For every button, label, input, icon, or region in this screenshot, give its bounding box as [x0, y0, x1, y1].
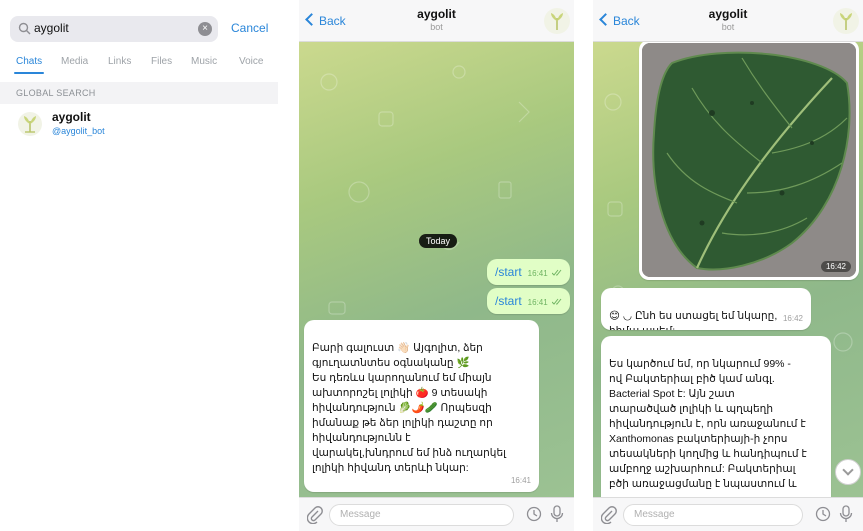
date-separator: Today: [419, 234, 458, 248]
message-placeholder: Message: [634, 509, 675, 520]
bot-avatar-icon[interactable]: [833, 8, 859, 34]
leaf-image: [642, 43, 856, 277]
result-handle: @aygolit_bot: [52, 126, 105, 136]
leaf-photo[interactable]: [642, 43, 856, 277]
chat-header: Back aygolit bot: [593, 0, 863, 42]
message-input[interactable]: Message: [623, 504, 803, 526]
chat-subtitle: bot: [430, 22, 443, 32]
microphone-icon[interactable]: [839, 505, 853, 523]
diagnosis-text: Ես կարծում եմ, որ նկարում 99% - ով Բակտե…: [609, 358, 807, 490]
message-input[interactable]: Message: [329, 504, 514, 526]
section-title: GLOBAL SEARCH: [16, 88, 96, 98]
chat-title[interactable]: aygolit: [299, 7, 574, 21]
scroll-down-button[interactable]: [835, 459, 861, 485]
incoming-message[interactable]: Բարի գալուստ 👋🏻 Այգոլիտ, ձեր գյուղատնտես…: [304, 320, 539, 492]
chevron-down-icon: [842, 464, 854, 476]
bot-avatar-icon[interactable]: [544, 8, 570, 34]
chat-subtitle: bot: [721, 22, 735, 32]
tab-files[interactable]: Files: [151, 56, 172, 67]
bot-avatar-icon: [18, 112, 42, 136]
outgoing-message[interactable]: /start 16:41: [487, 259, 571, 285]
search-screen: aygolit × Cancel Chats Media Links Files…: [0, 0, 278, 531]
tab-music[interactable]: Music: [191, 56, 217, 67]
incoming-message[interactable]: 😊 ◡ Ընհ ես ստացել եմ նկարը, հիմա ասեմ: 1…: [601, 288, 811, 330]
global-search-header: GLOBAL SEARCH: [0, 82, 278, 104]
microphone-icon[interactable]: [550, 505, 564, 523]
search-icon: [18, 22, 31, 35]
active-tab-indicator: [14, 72, 44, 74]
clear-icon[interactable]: ×: [198, 22, 212, 36]
welcome-text: Բարի գալուստ 👋🏻 Այգոլիտ, ձեր գյուղատնտես…: [312, 342, 506, 474]
tab-links[interactable]: Links: [108, 56, 131, 67]
received-text: 😊 ◡ Ընհ ես ստացել եմ նկարը, հիմա ասեմ:: [609, 310, 778, 330]
message-placeholder: Message: [340, 509, 381, 520]
command-link[interactable]: /start: [495, 265, 522, 279]
message-time: 16:41: [527, 298, 548, 307]
chat-wallpaper: Today /start 16:41 /start 16:41 Բարի գալու…: [299, 42, 574, 497]
paperclip-icon[interactable]: [307, 506, 323, 524]
sticker-icon[interactable]: [815, 506, 831, 522]
photo-message[interactable]: 16:42: [639, 40, 859, 280]
message-time: 16:42: [782, 314, 803, 323]
chat-header: Back aygolit bot: [299, 0, 574, 42]
cancel-button[interactable]: Cancel: [231, 21, 268, 35]
chat-screen-result: Back aygolit bot 16:42 😊 ◡ Ընհ ես ստացել…: [593, 0, 863, 531]
double-check-icon: [551, 269, 562, 276]
tab-voice[interactable]: Voice: [239, 56, 263, 67]
chat-title[interactable]: aygolit: [593, 7, 863, 21]
search-input[interactable]: aygolit: [34, 21, 69, 35]
tab-media[interactable]: Media: [61, 56, 88, 67]
result-name: aygolit: [52, 110, 91, 124]
double-check-icon: [551, 298, 562, 305]
command-link[interactable]: /start: [495, 294, 522, 308]
sticker-icon[interactable]: [526, 506, 542, 522]
message-time: 16:41: [510, 476, 531, 485]
message-time: 16:42: [820, 261, 851, 272]
outgoing-message[interactable]: /start 16:41: [487, 288, 571, 314]
search-result-item[interactable]: aygolit @aygolit_bot: [14, 108, 264, 142]
search-tabs: Chats Media Links Files Music Voice: [0, 52, 278, 76]
paperclip-icon[interactable]: [601, 506, 617, 524]
tab-chats[interactable]: Chats: [16, 56, 42, 67]
message-composer: Message: [593, 497, 863, 531]
search-bar[interactable]: aygolit ×: [10, 16, 218, 42]
incoming-message[interactable]: Ես կարծում եմ, որ նկարում 99% - ով Բակտե…: [601, 336, 831, 497]
chat-screen-start: Back aygolit bot Today /start 16:41 /sta…: [299, 0, 574, 531]
message-time: 16:41: [527, 269, 548, 278]
message-composer: Message: [299, 497, 574, 531]
